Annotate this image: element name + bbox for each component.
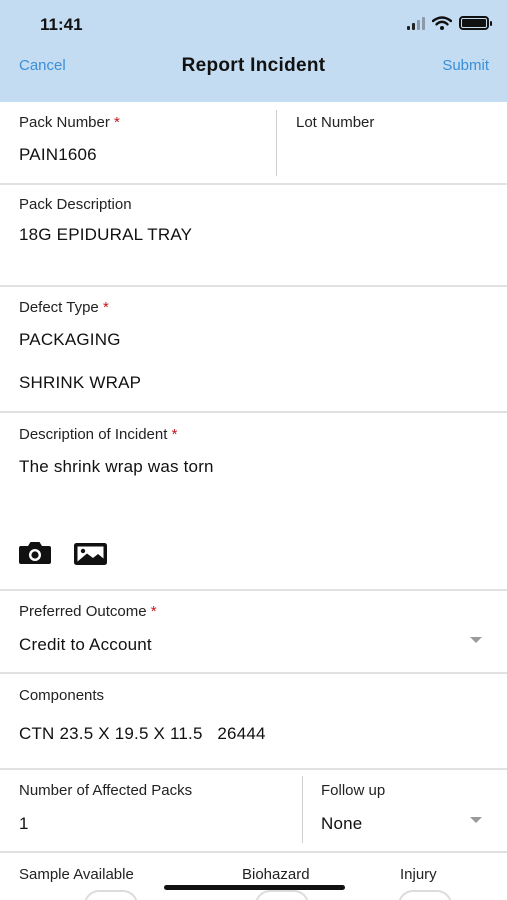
battery-icon: [459, 16, 492, 30]
pack-number-label: Pack Number *: [19, 114, 120, 131]
wifi-icon: [432, 16, 452, 30]
divider: [0, 768, 507, 770]
lot-number-label: Lot Number: [296, 114, 375, 131]
preferred-outcome-select[interactable]: Credit to Account: [19, 635, 152, 655]
cellular-signal-icon: [407, 16, 425, 30]
follow-up-select[interactable]: None: [321, 814, 362, 834]
affected-packs-label: Number of Affected Packs: [19, 782, 193, 799]
divider: [0, 672, 507, 674]
preferred-outcome-label-text: Preferred Outcome: [19, 603, 147, 620]
pack-number-label-text: Pack Number: [19, 114, 110, 131]
sample-available-label: Sample Available: [19, 866, 134, 883]
required-marker: *: [171, 426, 178, 443]
battery-level: [462, 19, 486, 27]
divider: [0, 851, 507, 853]
follow-up-label: Follow up: [321, 782, 386, 799]
sample-available-toggle[interactable]: [84, 890, 138, 900]
chevron-down-icon[interactable]: [470, 817, 482, 823]
required-marker: *: [150, 603, 157, 620]
divider: [0, 589, 507, 591]
header-bar: 11:41 Cancel Report Incident Submit: [0, 0, 507, 102]
divider: [0, 285, 507, 287]
camera-icon[interactable]: [18, 540, 52, 566]
pack-description-field[interactable]: 18G EPIDURAL TRAY: [19, 225, 192, 245]
field-divider: [302, 776, 303, 843]
home-indicator[interactable]: [164, 885, 345, 890]
lot-number-field[interactable]: [296, 145, 486, 167]
injury-label: Injury: [400, 866, 437, 883]
defect-category-select[interactable]: PACKAGING: [19, 330, 121, 350]
field-divider: [276, 110, 277, 176]
description-label: Description of Incident *: [19, 426, 177, 443]
pack-number-field[interactable]: PAIN1606: [19, 145, 97, 165]
preferred-outcome-label: Preferred Outcome *: [19, 603, 157, 620]
page-title: Report Incident: [181, 55, 326, 76]
biohazard-toggle[interactable]: [255, 890, 309, 900]
required-marker: *: [102, 299, 109, 316]
submit-button[interactable]: Submit: [442, 57, 489, 74]
image-icon[interactable]: [74, 543, 107, 565]
defect-type-label: Defect Type *: [19, 299, 109, 316]
biohazard-label: Biohazard: [242, 866, 310, 883]
description-textarea[interactable]: The shrink wrap was torn: [19, 457, 214, 477]
affected-packs-field[interactable]: 1: [19, 814, 29, 834]
chevron-down-icon[interactable]: [470, 637, 482, 643]
defect-subtype-select[interactable]: SHRINK WRAP: [19, 373, 141, 393]
pack-description-label: Pack Description: [19, 196, 132, 213]
divider: [0, 183, 507, 185]
description-label-text: Description of Incident: [19, 426, 168, 443]
components-label: Components: [19, 687, 105, 704]
status-time: 11:41: [40, 15, 83, 34]
divider: [0, 411, 507, 413]
status-icons: [407, 16, 492, 30]
required-marker: *: [114, 114, 120, 131]
defect-type-label-text: Defect Type: [19, 299, 99, 316]
injury-toggle[interactable]: [398, 890, 452, 900]
components-value[interactable]: CTN 23.5 X 19.5 X 11.5 26444: [19, 724, 266, 744]
